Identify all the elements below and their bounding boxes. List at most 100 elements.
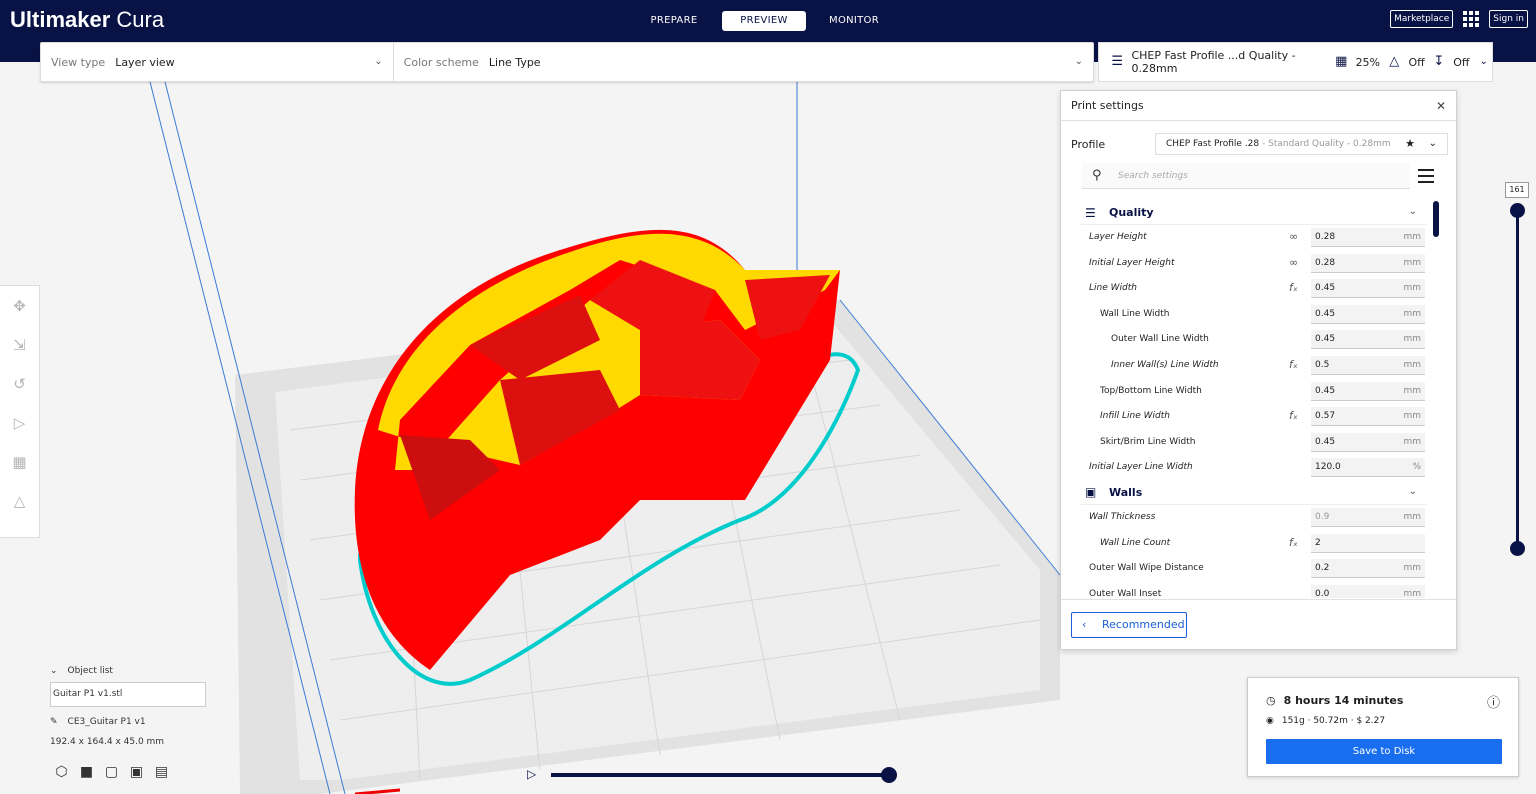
close-icon[interactable]: ✕ bbox=[1436, 99, 1446, 113]
setting-value-field[interactable]: 0.0 mm bbox=[1311, 584, 1425, 598]
setting-label: Infill Line Width bbox=[1100, 411, 1170, 422]
setting-unit: % bbox=[1412, 462, 1421, 473]
function-icon[interactable]: fₓ bbox=[1289, 358, 1298, 371]
function-icon[interactable]: fₓ bbox=[1289, 281, 1298, 294]
setting-value-field[interactable]: 0.45 mm bbox=[1311, 432, 1425, 452]
object-list-item[interactable]: Guitar P1 v1.stl bbox=[50, 682, 206, 707]
menu-icon[interactable] bbox=[1418, 169, 1434, 183]
chevron-down-icon: ⌄ bbox=[1408, 206, 1417, 217]
setting-value-field[interactable]: 2 bbox=[1311, 533, 1425, 553]
print-setup-selector[interactable]: ☰ CHEP Fast Profile ...d Quality - 0.28m… bbox=[1098, 42, 1493, 82]
apps-grid-icon[interactable] bbox=[1463, 11, 1480, 27]
setting-value: 2 bbox=[1315, 537, 1321, 548]
setting-unit: mm bbox=[1403, 385, 1421, 396]
support-icon: △ bbox=[1389, 54, 1400, 69]
setting-unit: mm bbox=[1403, 411, 1421, 422]
play-icon[interactable]: ▷ bbox=[527, 767, 536, 781]
object-list-label: Object list bbox=[67, 666, 113, 676]
print-action-panel: ◷ 8 hours 14 minutes ⓘ ◉ 151g · 50.72m ·… bbox=[1247, 677, 1519, 777]
profile-suffix: - Standard Quality - 0.28mm bbox=[1259, 139, 1391, 149]
setting-row: Wall Line Width 0.45 mm bbox=[1081, 302, 1427, 328]
layer-slider-track[interactable] bbox=[1516, 210, 1519, 548]
star-icon[interactable]: ★ bbox=[1405, 134, 1415, 154]
search-settings-input[interactable]: ⚲ Search settings bbox=[1082, 163, 1410, 189]
setting-label: Top/Bottom Line Width bbox=[1100, 385, 1202, 396]
infill-icon: ▦ bbox=[1335, 54, 1348, 69]
clock-icon: ◷ bbox=[1266, 694, 1276, 707]
front-view-icon[interactable]: ■ bbox=[78, 764, 95, 781]
link-icon[interactable]: ∞ bbox=[1289, 256, 1298, 269]
mirror-icon[interactable]: ▷ bbox=[10, 413, 30, 433]
setting-value-field[interactable]: 0.28 mm bbox=[1311, 253, 1425, 273]
profile-label: Profile bbox=[1071, 137, 1106, 151]
setting-unit: mm bbox=[1403, 563, 1421, 574]
recommended-label: Recommended bbox=[1102, 618, 1185, 631]
setting-row: Inner Wall(s) Line Width fₓ 0.5 mm bbox=[1081, 353, 1427, 379]
setting-value: 0.45 bbox=[1315, 308, 1336, 319]
support-blocker-icon[interactable]: △ bbox=[10, 491, 30, 511]
layer-slider-lower-handle[interactable] bbox=[1510, 541, 1525, 556]
profile-select[interactable]: CHEP Fast Profile .28 - Standard Quality… bbox=[1155, 133, 1448, 155]
3d-view-icon[interactable]: ⬡ bbox=[53, 764, 70, 781]
setting-value-field[interactable]: 0.9 mm bbox=[1311, 507, 1425, 527]
category-walls[interactable]: ▣ Walls ⌄ bbox=[1081, 481, 1427, 505]
link-icon[interactable]: ∞ bbox=[1289, 230, 1298, 243]
color-scheme-select[interactable]: Color scheme Line Type ⌄ bbox=[394, 43, 1093, 81]
setting-value: 0.28 bbox=[1315, 232, 1336, 242]
app-logo: Ultimaker Cura bbox=[10, 7, 165, 32]
setting-value-field[interactable]: 0.45 mm bbox=[1311, 381, 1425, 401]
print-settings-panel: Print settings ✕ Profile CHEP Fast Profi… bbox=[1060, 90, 1457, 650]
recommended-button[interactable]: ‹ Recommended bbox=[1071, 612, 1187, 638]
tab-monitor[interactable]: MONITOR bbox=[812, 11, 896, 31]
setting-value-field[interactable]: 0.28 mm bbox=[1311, 228, 1425, 247]
function-icon[interactable]: fₓ bbox=[1289, 409, 1298, 422]
top-view-icon[interactable]: ▢ bbox=[103, 764, 120, 781]
simulation-slider-track[interactable] bbox=[551, 773, 889, 777]
sign-in-button[interactable]: Sign in bbox=[1489, 10, 1528, 28]
setting-value-field[interactable]: 0.45 mm bbox=[1311, 279, 1425, 299]
rotate-icon[interactable]: ↺ bbox=[10, 374, 30, 394]
left-toolbar: ✥ ⇲ ↺ ▷ ▦ △ bbox=[0, 285, 40, 538]
setting-value: 0.2 bbox=[1315, 563, 1330, 574]
function-icon[interactable]: fₓ bbox=[1289, 536, 1298, 549]
setting-unit: mm bbox=[1403, 334, 1421, 345]
setting-value-field[interactable]: 0.45 mm bbox=[1311, 330, 1425, 350]
setting-value-field[interactable]: 0.57 mm bbox=[1311, 407, 1425, 427]
view-type-select[interactable]: View type Layer view ⌄ bbox=[41, 43, 394, 81]
setting-value: 0.5 bbox=[1315, 359, 1330, 370]
pencil-icon[interactable]: ✎ bbox=[50, 717, 58, 727]
setting-value: 0.45 bbox=[1315, 283, 1336, 294]
settings-scrollbar[interactable] bbox=[1433, 201, 1439, 237]
per-model-settings-icon[interactable]: ▦ bbox=[10, 452, 30, 472]
info-icon[interactable]: ⓘ bbox=[1487, 692, 1500, 711]
sliders-icon: ☰ bbox=[1111, 54, 1124, 69]
setting-value-field[interactable]: 0.5 mm bbox=[1311, 355, 1425, 375]
setting-value-field[interactable]: 0.45 mm bbox=[1311, 304, 1425, 324]
marketplace-button[interactable]: Marketplace bbox=[1390, 10, 1454, 28]
view-toolbar: View type Layer view ⌄ Color scheme Line… bbox=[40, 42, 1094, 82]
layer-slider-upper-handle[interactable] bbox=[1510, 203, 1525, 218]
setting-value-field[interactable]: 0.2 mm bbox=[1311, 559, 1425, 579]
chevron-down-icon: ⌄ bbox=[1074, 56, 1083, 67]
scale-icon[interactable]: ⇲ bbox=[10, 335, 30, 355]
save-to-disk-button[interactable]: Save to Disk bbox=[1266, 739, 1502, 764]
setting-label: Initial Layer Line Width bbox=[1089, 462, 1193, 473]
setting-row: Outer Wall Line Width 0.45 mm bbox=[1081, 327, 1427, 353]
tab-preview[interactable]: PREVIEW bbox=[722, 11, 806, 31]
setting-value-field[interactable]: 120.0% bbox=[1311, 458, 1425, 478]
move-icon[interactable]: ✥ bbox=[10, 296, 30, 316]
simulation-slider-handle[interactable] bbox=[881, 767, 897, 783]
layer-number-input[interactable]: 161 bbox=[1505, 182, 1529, 198]
setting-unit: mm bbox=[1403, 308, 1421, 319]
panel-header: Print settings ✕ bbox=[1061, 91, 1456, 121]
settings-list[interactable]: ☰ Quality ⌄ Layer Height ∞ 0.28 mm Initial Laye… bbox=[1081, 201, 1427, 598]
object-list-header[interactable]: ⌄ Object list bbox=[50, 666, 250, 676]
tab-prepare[interactable]: PREPARE bbox=[632, 11, 716, 31]
setting-value: 0.28 bbox=[1315, 257, 1336, 268]
left-view-icon[interactable]: ▣ bbox=[128, 764, 145, 781]
right-view-icon[interactable]: ▤ bbox=[153, 764, 170, 781]
chevron-left-icon: ‹ bbox=[1082, 618, 1087, 631]
color-scheme-value: Line Type bbox=[488, 55, 541, 69]
search-placeholder: Search settings bbox=[1118, 171, 1188, 181]
category-quality[interactable]: ☰ Quality ⌄ bbox=[1081, 201, 1427, 225]
